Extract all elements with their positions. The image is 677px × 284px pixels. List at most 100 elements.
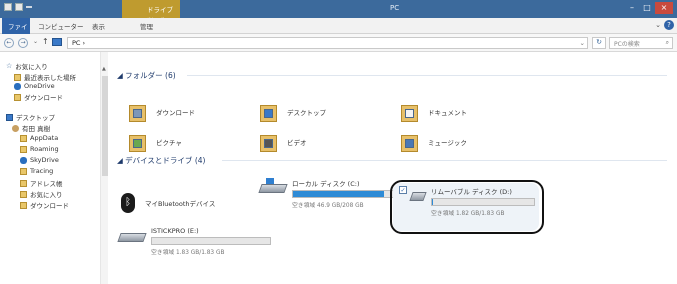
group-divider (222, 160, 667, 161)
nav-user-label: 有田 真樹 (22, 125, 51, 133)
onedrive-icon (14, 82, 21, 90)
close-button[interactable]: × (655, 2, 673, 14)
folder-pictures[interactable]: ピクチャ (129, 132, 182, 152)
devices-group-header[interactable]: ◢ デバイスとドライブ (4) (117, 155, 205, 166)
path-separator[interactable]: › (83, 39, 86, 47)
recent-locations-icon[interactable]: ⌄ (33, 38, 38, 45)
nav-onedrive[interactable]: OneDrive (14, 82, 55, 90)
music-folder-icon (401, 132, 418, 152)
forward-button[interactable]: → (18, 38, 28, 48)
nav-address-book[interactable]: アドレス帳 (20, 178, 63, 188)
scrollbar-thumb[interactable] (102, 76, 108, 176)
qat-customize-icon[interactable] (26, 6, 32, 8)
up-button[interactable]: ↑ (42, 37, 49, 46)
back-button[interactable]: ← (4, 38, 14, 48)
content-pane: ◢ フォルダー (6) ダウンロード デスクトップ ドキュメント ピクチャ ビデ… (117, 52, 677, 284)
roaming-folder-icon (20, 145, 27, 153)
nav-downloads[interactable]: ダウンロード (14, 92, 63, 102)
nav-appdata[interactable]: AppData (20, 134, 58, 142)
skydrive-icon (20, 156, 27, 164)
nav-favorites-2-label: お気に入り (30, 191, 63, 199)
nav-skydrive-label: SkyDrive (30, 156, 59, 164)
group-divider (187, 75, 667, 76)
help-icon[interactable]: ? (664, 20, 674, 30)
nav-recent-places[interactable]: 最近表示した場所 (14, 72, 76, 82)
new-folder-icon[interactable] (15, 3, 23, 11)
downloads-2-folder-icon (20, 201, 27, 209)
tab-file[interactable]: ファイル (2, 18, 30, 41)
address-path[interactable]: PC (72, 39, 80, 47)
refresh-button[interactable]: ↻ (592, 37, 606, 49)
nav-roaming[interactable]: Roaming (20, 145, 59, 153)
folder-videos-label: ビデオ (287, 139, 307, 147)
folder-downloads-label: ダウンロード (156, 109, 195, 117)
nav-onedrive-label: OneDrive (24, 82, 55, 90)
pictures-folder-icon (129, 132, 146, 152)
folder-music[interactable]: ミュージック (401, 132, 467, 152)
search-input[interactable]: PCの検索 ⌕ (609, 37, 673, 49)
tab-view[interactable]: 表示 (92, 21, 105, 31)
desktop-icon (6, 113, 13, 121)
videos-folder-icon (260, 132, 277, 152)
properties-icon[interactable] (4, 3, 12, 11)
nav-skydrive[interactable]: SkyDrive (20, 156, 59, 164)
title-bar: ドライブ ツール PC – □ × (0, 0, 677, 24)
nav-tracing[interactable]: Tracing (20, 167, 53, 175)
address-dropdown-icon[interactable]: ⌄ (580, 39, 585, 47)
desktop-folder-icon (260, 102, 277, 122)
nav-address-book-label: アドレス帳 (30, 180, 63, 188)
pc-icon (52, 38, 62, 46)
collapse-icon[interactable]: ◢ (117, 71, 125, 80)
nav-tracing-label: Tracing (30, 167, 54, 175)
quick-access-toolbar (4, 3, 32, 11)
drive-e-name: ISTICKPRO (E:) (151, 227, 199, 235)
folders-group-header[interactable]: ◢ フォルダー (6) (117, 70, 176, 81)
nav-appdata-label: AppData (30, 134, 59, 142)
drive-e-capacity-bar (151, 237, 271, 245)
drive-tools-context-tab[interactable]: ドライブ ツール (122, 0, 180, 24)
favorites-folder-icon (20, 190, 27, 198)
nav-downloads-2-label: ダウンロード (30, 202, 69, 210)
folder-desktop[interactable]: デスクトップ (260, 102, 326, 122)
folder-documents-label: ドキュメント (428, 109, 467, 117)
nav-desktop[interactable]: デスクトップ (6, 112, 55, 122)
downloads-folder-icon (129, 102, 146, 122)
tab-computer[interactable]: コンピューター (38, 21, 84, 31)
nav-favorites[interactable]: ☆ お気に入り (6, 61, 48, 71)
nav-scrollbar[interactable]: ▲ (100, 52, 108, 284)
folder-documents[interactable]: ドキュメント (401, 102, 467, 122)
folders-header-label: フォルダー (6) (125, 71, 176, 80)
folder-videos[interactable]: ビデオ (260, 132, 307, 152)
window-title: PC (390, 4, 400, 12)
recent-places-icon (14, 73, 21, 81)
tracing-folder-icon (20, 167, 27, 175)
folder-pictures-label: ピクチャ (156, 139, 182, 147)
nav-downloads-2[interactable]: ダウンロード (20, 200, 69, 210)
usb-drive-icon (117, 227, 147, 245)
user-folder-icon (12, 124, 19, 132)
nav-recent-label: 最近表示した場所 (24, 74, 76, 82)
ribbon-tabs: ファイル コンピューター 表示 管理 ⌄ ? (0, 18, 677, 41)
nav-downloads-label: ダウンロード (24, 94, 63, 102)
nav-favorites-2[interactable]: お気に入り (20, 189, 63, 199)
scroll-up-icon[interactable]: ▲ (102, 66, 106, 72)
address-row: ← → ⌄ ↑ PC › ⌄ ↻ PCの検索 ⌕ (0, 34, 677, 52)
tab-manage[interactable]: 管理 (140, 21, 153, 31)
nav-desktop-label: デスクトップ (16, 114, 55, 122)
maximize-button[interactable]: □ (640, 2, 654, 14)
appdata-folder-icon (20, 134, 27, 142)
star-icon: ☆ (6, 62, 13, 70)
documents-folder-icon (401, 102, 418, 122)
search-icon[interactable]: ⌕ (666, 39, 669, 47)
nav-user[interactable]: 有田 真樹 (12, 123, 50, 133)
search-placeholder: PCの検索 (614, 41, 640, 48)
device-bluetooth[interactable]: ᛒ マイBluetoothデバイス (121, 193, 215, 213)
drive-e[interactable]: ISTICKPRO (E:) 空き領域 1.83 GB/1.83 GB (117, 227, 271, 256)
window-controls: – □ × (625, 2, 673, 14)
address-bar[interactable]: PC › ⌄ (67, 37, 588, 49)
nav-favorites-label: お気に入り (15, 63, 48, 71)
ribbon-expand-icon[interactable]: ⌄ (655, 21, 661, 29)
folder-downloads[interactable]: ダウンロード (129, 102, 195, 122)
collapse-icon[interactable]: ◢ (117, 156, 125, 165)
minimize-button[interactable]: – (625, 2, 639, 14)
